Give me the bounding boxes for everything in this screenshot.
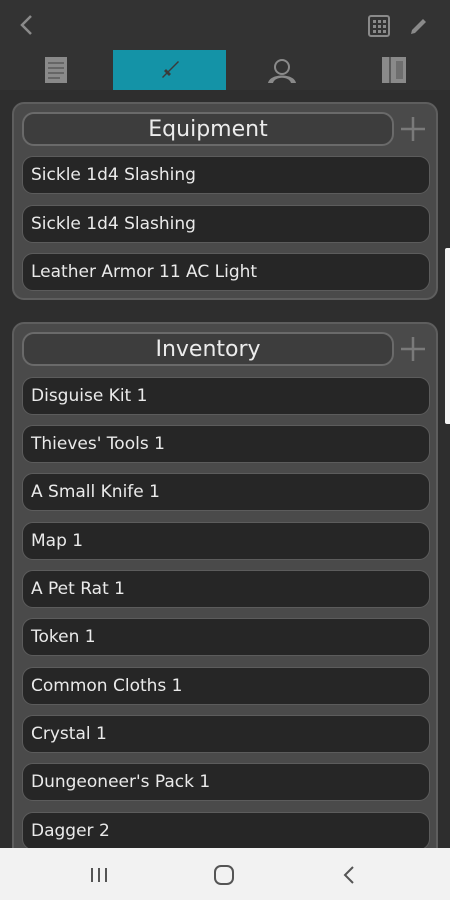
book-icon bbox=[382, 57, 406, 83]
equipment-item[interactable]: Sickle 1d4 Slashing bbox=[22, 156, 430, 194]
scroll-edge-indicator bbox=[445, 248, 450, 424]
inventory-title: Inventory bbox=[22, 332, 394, 366]
pencil-icon[interactable] bbox=[408, 15, 430, 37]
add-equipment-button[interactable] bbox=[400, 116, 426, 142]
inventory-item[interactable]: A Pet Rat 1 bbox=[22, 570, 430, 608]
equipment-panel: Equipment Sickle 1d4 Slashing Sickle 1d4… bbox=[12, 102, 438, 300]
home-icon[interactable] bbox=[211, 862, 237, 888]
inventory-item[interactable]: Map 1 bbox=[22, 522, 430, 560]
inventory-item[interactable]: Token 1 bbox=[22, 618, 430, 656]
plus-icon bbox=[401, 337, 425, 361]
system-nav-bar bbox=[0, 848, 450, 900]
document-icon bbox=[45, 57, 67, 83]
inventory-item[interactable]: A Small Knife 1 bbox=[22, 473, 430, 511]
inventory-item[interactable]: Dagger 2 bbox=[22, 812, 430, 850]
recents-icon[interactable] bbox=[86, 862, 112, 888]
tab-spellbook[interactable] bbox=[338, 50, 450, 90]
inventory-item[interactable]: Crystal 1 bbox=[22, 715, 430, 753]
add-inventory-button[interactable] bbox=[400, 336, 426, 362]
equipment-item[interactable]: Sickle 1d4 Slashing bbox=[22, 205, 430, 243]
inventory-panel: Inventory Disguise Kit 1 Thieves' Tools … bbox=[12, 322, 438, 862]
inventory-item[interactable]: Thieves' Tools 1 bbox=[22, 425, 430, 463]
equipment-header: Equipment bbox=[14, 104, 436, 146]
back-icon[interactable] bbox=[14, 12, 40, 38]
tab-bar bbox=[0, 50, 450, 90]
inventory-item[interactable]: Dungeoneer's Pack 1 bbox=[22, 763, 430, 801]
sword-icon bbox=[161, 61, 179, 78]
plus-icon bbox=[401, 117, 425, 141]
equipment-item[interactable]: Leather Armor 11 AC Light bbox=[22, 253, 430, 291]
inventory-item[interactable]: Common Cloths 1 bbox=[22, 667, 430, 705]
top-toolbar bbox=[0, 0, 450, 50]
person-icon bbox=[268, 59, 296, 83]
inventory-item[interactable]: Disguise Kit 1 bbox=[22, 377, 430, 415]
back-icon[interactable] bbox=[337, 862, 363, 888]
inventory-header: Inventory bbox=[14, 324, 436, 366]
equipment-title: Equipment bbox=[22, 112, 394, 146]
tab-equipment[interactable] bbox=[113, 50, 226, 90]
tab-character[interactable] bbox=[226, 50, 338, 90]
calculator-grid-icon[interactable] bbox=[368, 15, 390, 37]
tab-notes[interactable] bbox=[0, 50, 112, 90]
